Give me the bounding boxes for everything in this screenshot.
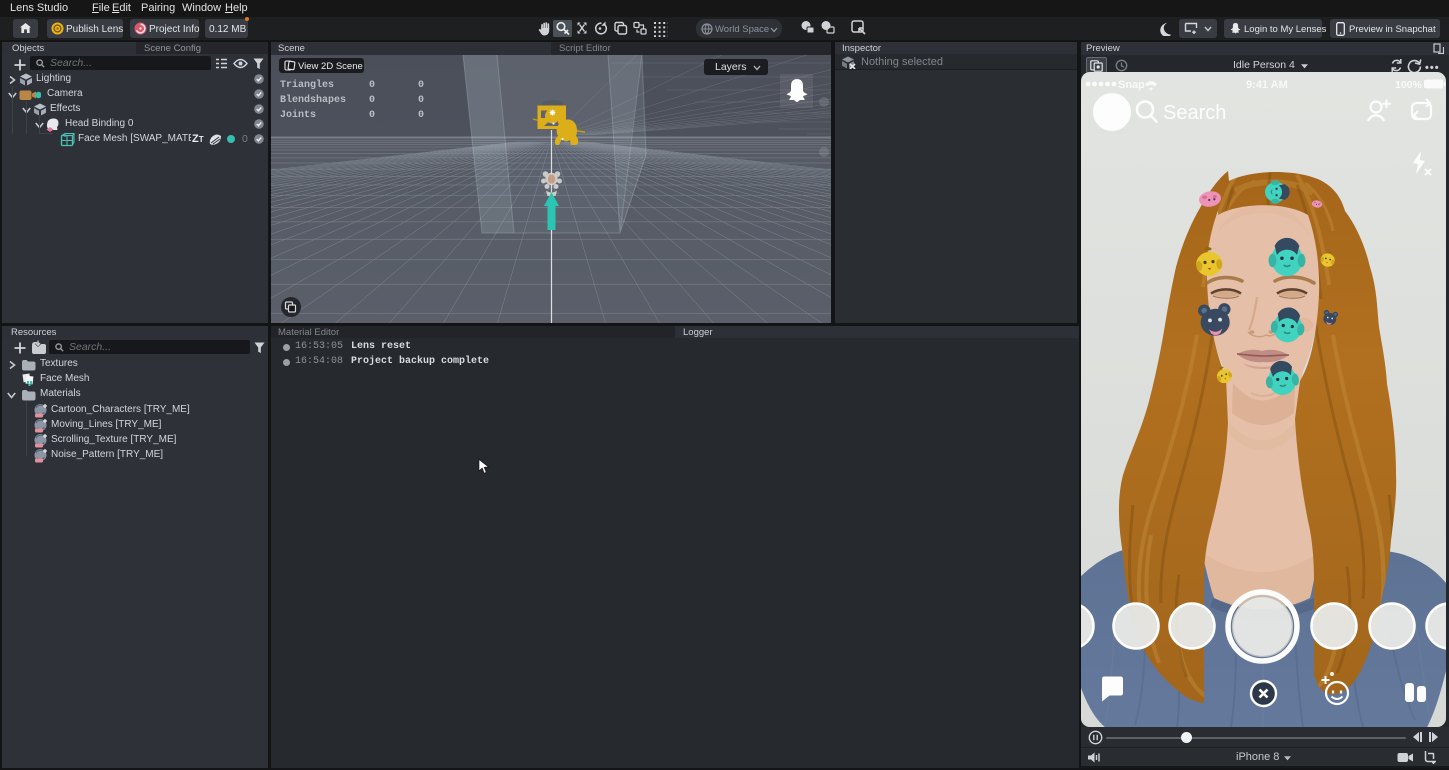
svg-text:Snap: Snap — [1118, 79, 1145, 91]
svg-text:Search: Search — [1163, 102, 1226, 124]
svg-text:9:41 AM: 9:41 AM — [1246, 79, 1288, 91]
svg-text:100%: 100% — [1395, 79, 1423, 91]
